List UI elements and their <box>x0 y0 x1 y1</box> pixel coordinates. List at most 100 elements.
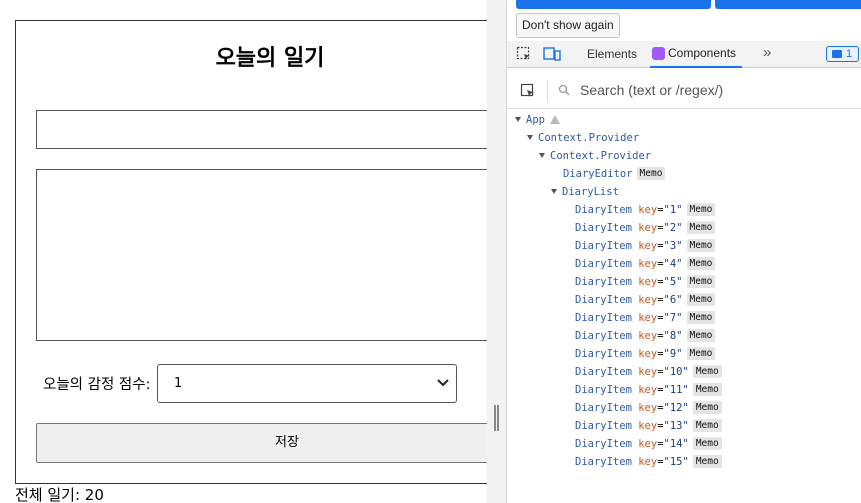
component-name: DiaryItem <box>575 348 632 360</box>
component-name: DiaryItem <box>575 276 632 288</box>
collapse-triangle-icon[interactable] <box>539 153 545 158</box>
component-name: DiaryItem <box>575 420 632 432</box>
more-tabs-icon[interactable]: » <box>763 44 771 61</box>
memo-badge: Memo <box>686 311 716 324</box>
tree-node-diary-item[interactable]: DiaryItem key="11" Memo <box>575 381 722 399</box>
inspect-element-icon[interactable] <box>516 46 532 62</box>
tree-node-diary-item[interactable]: DiaryItem key="10" Memo <box>575 363 722 381</box>
tab-components[interactable]: Components <box>650 41 743 68</box>
prop-value: "10" <box>663 366 689 378</box>
tree-node-diary-item[interactable]: DiaryItem key="4" Memo <box>575 255 716 273</box>
tab-elements[interactable]: Elements <box>587 47 637 61</box>
app-pane: 오늘의 일기 오늘의 감정 점수: 1 저장 전체 일기: 20 <box>0 0 487 503</box>
component-name: DiaryItem <box>575 240 632 252</box>
prop-key: key <box>638 330 658 342</box>
tree-node-diary-item[interactable]: DiaryItem key="1" Memo <box>575 201 716 219</box>
tab-components-label: Components <box>668 46 737 60</box>
warning-icon <box>549 115 560 124</box>
tree-node-diary-item[interactable]: DiaryItem key="13" Memo <box>575 417 722 435</box>
memo-badge: Memo <box>686 239 716 252</box>
memo-badge: Memo <box>686 293 716 306</box>
collapse-triangle-icon[interactable] <box>515 117 521 122</box>
prop-value: "3" <box>663 240 683 252</box>
device-toolbar-icon[interactable] <box>543 46 561 62</box>
memo-badge: Memo <box>692 419 722 432</box>
prop-value: "6" <box>663 294 683 306</box>
prop-value: "4" <box>663 258 683 270</box>
search-icon <box>558 84 570 96</box>
tree-node-diary-item[interactable]: DiaryItem key="8" Memo <box>575 327 716 345</box>
tree-node-diary-editor[interactable]: DiaryEditor Memo <box>563 165 666 183</box>
prop-value: "15" <box>663 456 689 468</box>
tree-node-diary-item[interactable]: DiaryItem key="12" Memo <box>575 399 722 417</box>
component-name: DiaryItem <box>575 456 632 468</box>
memo-badge: Memo <box>692 383 722 396</box>
prop-key: key <box>638 222 658 234</box>
total-diary-count: 전체 일기: 20 <box>15 486 104 503</box>
tree-node-diary-item[interactable]: DiaryItem key="7" Memo <box>575 309 716 327</box>
collapse-triangle-icon[interactable] <box>527 135 533 140</box>
issues-badge[interactable]: 1 <box>826 46 859 62</box>
prop-key: key <box>638 348 658 360</box>
memo-badge: Memo <box>636 167 666 180</box>
content-textarea[interactable] <box>36 169 487 341</box>
memo-badge: Memo <box>692 437 722 450</box>
component-search-row: Search (text or /regex/) <box>507 73 861 109</box>
chevron-down-icon <box>437 379 449 387</box>
prop-key: key <box>638 312 658 324</box>
component-name: DiaryItem <box>575 258 632 270</box>
component-name: DiaryItem <box>575 330 632 342</box>
tree-node-diary-item[interactable]: DiaryItem key="9" Memo <box>575 345 716 363</box>
prop-value: "14" <box>663 438 689 450</box>
memo-badge: Memo <box>686 275 716 288</box>
prop-value: "8" <box>663 330 683 342</box>
prop-value: "1" <box>663 204 683 216</box>
prop-value: "13" <box>663 420 689 432</box>
tree-node-diary-item[interactable]: DiaryItem key="3" Memo <box>575 237 716 255</box>
component-name: DiaryItem <box>575 294 632 306</box>
pane-splitter[interactable] <box>487 0 507 503</box>
prop-value: "9" <box>663 348 683 360</box>
component-name: DiaryItem <box>575 312 632 324</box>
prop-key: key <box>638 438 658 450</box>
author-input[interactable] <box>36 110 487 149</box>
prop-value: "7" <box>663 312 683 324</box>
collapse-triangle-icon[interactable] <box>551 189 557 194</box>
prop-key: key <box>638 456 658 468</box>
tree-node-diary-item[interactable]: DiaryItem key="15" Memo <box>575 453 722 471</box>
select-component-icon[interactable] <box>520 83 536 99</box>
component-name: DiaryItem <box>575 402 632 414</box>
tree-node-diary-item[interactable]: DiaryItem key="6" Memo <box>575 291 716 309</box>
emotion-label: 오늘의 감정 점수: <box>43 377 151 393</box>
component-search-input[interactable]: Search (text or /regex/) <box>580 82 723 98</box>
match-language-button[interactable] <box>516 0 711 9</box>
prop-key: key <box>638 420 658 432</box>
memo-badge: Memo <box>686 221 716 234</box>
component-name: DiaryItem <box>575 366 632 378</box>
save-button[interactable]: 저장 <box>36 423 487 463</box>
memo-badge: Memo <box>686 257 716 270</box>
memo-badge: Memo <box>686 347 716 360</box>
tree-node-diary-list[interactable]: DiaryList <box>551 183 619 201</box>
prop-value: "12" <box>663 402 689 414</box>
prop-key: key <box>638 294 658 306</box>
react-icon <box>652 47 665 60</box>
devtools-panel: Don't show again Elements Components » 1 <box>507 0 861 503</box>
memo-badge: Memo <box>686 203 716 216</box>
dont-show-again-button[interactable]: Don't show again <box>516 13 620 38</box>
prop-key: key <box>638 240 658 252</box>
drag-handle-icon[interactable] <box>494 405 499 431</box>
memo-badge: Memo <box>686 329 716 342</box>
tree-node-provider-inner[interactable]: Context.Provider <box>539 147 651 165</box>
save-button-label: 저장 <box>275 435 299 450</box>
tree-node-diary-item[interactable]: DiaryItem key="5" Memo <box>575 273 716 291</box>
tree-node-diary-item[interactable]: DiaryItem key="14" Memo <box>575 435 722 453</box>
switch-language-button[interactable] <box>715 0 861 9</box>
tree-node-provider-outer[interactable]: Context.Provider <box>527 129 639 147</box>
emotion-select[interactable]: 1 <box>157 364 457 403</box>
tree-node-app[interactable]: App <box>515 111 560 129</box>
devtools-tab-bar: Elements Components » 1 <box>507 41 861 68</box>
prop-value: "11" <box>663 384 689 396</box>
component-name: DiaryItem <box>575 222 632 234</box>
tree-node-diary-item[interactable]: DiaryItem key="2" Memo <box>575 219 716 237</box>
